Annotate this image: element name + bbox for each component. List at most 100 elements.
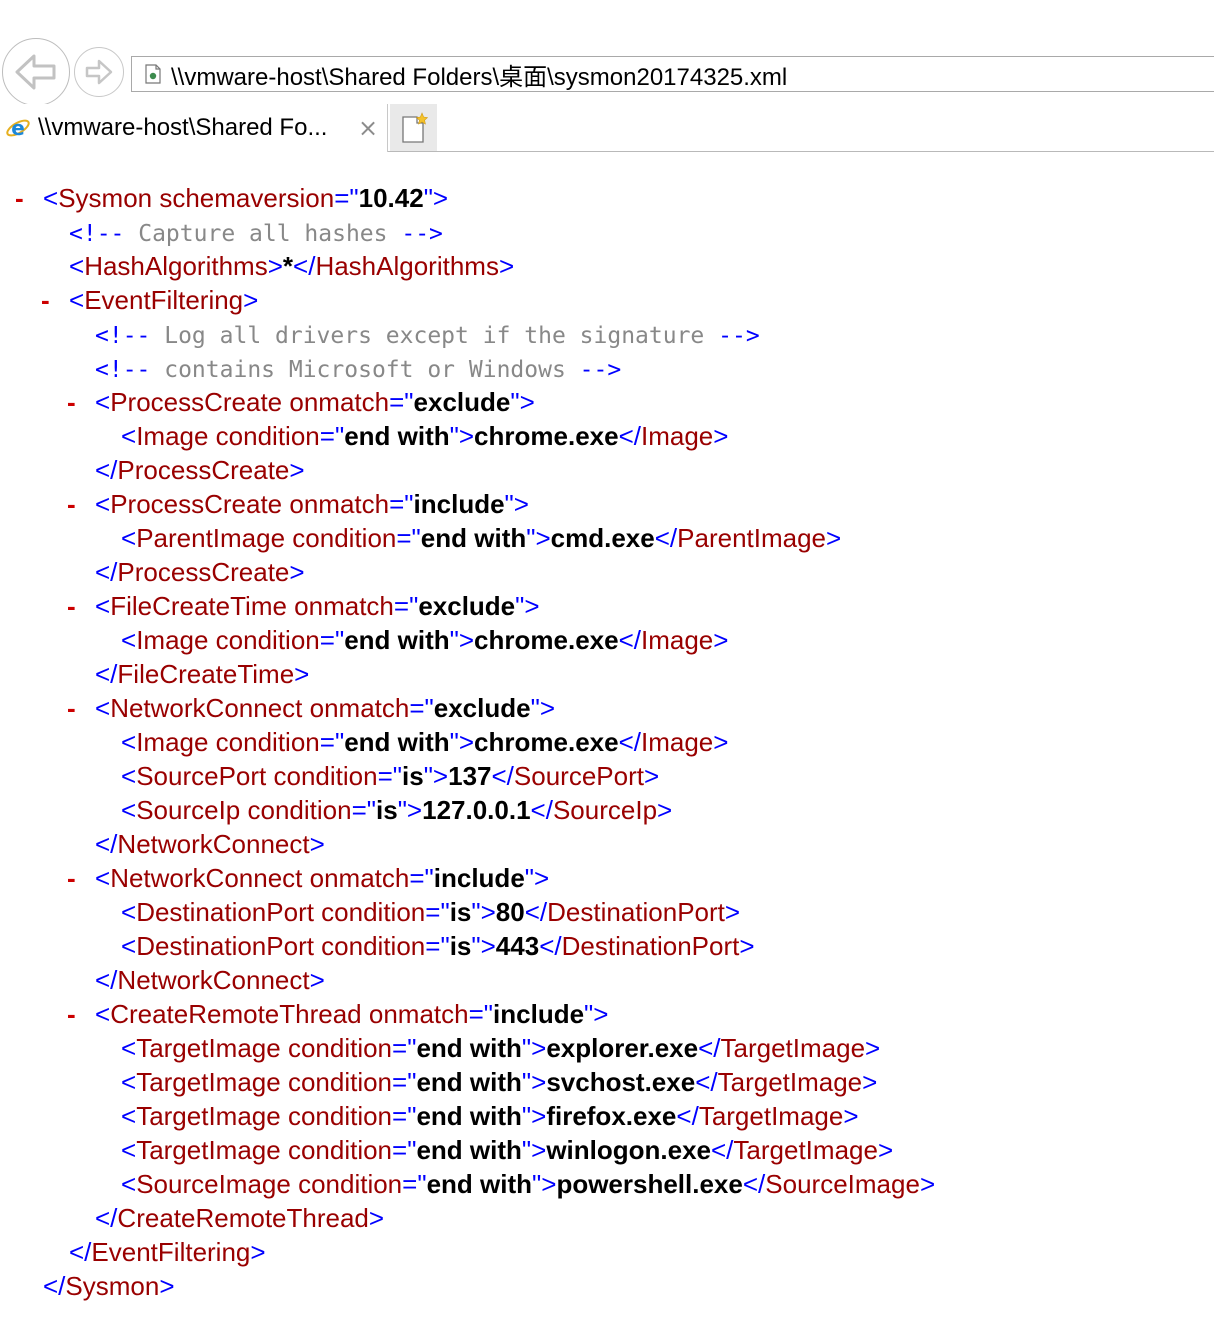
attribute-value: end with [344, 625, 450, 655]
tag-name: DestinationPort [561, 931, 740, 961]
tag-name: ProcessCreate [117, 557, 290, 587]
xml-comment-text: Log all drivers except if the signature [150, 323, 719, 349]
xml-line-content: <SourceImage condition="end with">powers… [121, 1167, 935, 1201]
tag-bracket: < [121, 421, 137, 451]
xml-line: <SourceIp condition="is">127.0.0.1</Sour… [0, 793, 1214, 827]
attribute-quote: " [515, 591, 525, 621]
attribute-name: condition [266, 761, 378, 791]
collapse-toggle-icon[interactable]: - [67, 589, 76, 623]
tag-bracket: </ [95, 659, 118, 689]
tab-active[interactable]: e \\vmware-host\Shared Fo... × [0, 104, 388, 152]
xml-line: <SourceImage condition="end with">powers… [0, 1167, 1214, 1201]
collapse-toggle-icon[interactable]: - [15, 181, 24, 215]
attribute-quote: =" [351, 795, 376, 825]
attribute-name: condition [280, 1101, 393, 1131]
attribute-quote: " [471, 897, 481, 927]
address-bar[interactable]: \\vmware-host\Shared Folders\桌面\sysmon20… [131, 56, 1214, 92]
attribute-name: onmatch [286, 591, 394, 621]
tag-name: SourceIp [552, 795, 658, 825]
attribute-quote: " [449, 421, 459, 451]
attribute-value: end with [416, 1101, 522, 1131]
element-text: cmd.exe [550, 523, 655, 553]
xml-line-content: </EventFiltering> [69, 1235, 266, 1269]
tag-bracket: </ [43, 1271, 66, 1301]
attribute-name: onmatch [302, 863, 410, 893]
tag-bracket: < [95, 999, 111, 1029]
attribute-quote: " [449, 625, 459, 655]
collapse-toggle-icon[interactable]: - [67, 385, 76, 419]
svg-text:e: e [11, 116, 25, 140]
tag-bracket: </ [654, 523, 678, 553]
tag-name: ProcessCreate [110, 489, 283, 519]
attribute-value: 10.42 [358, 183, 424, 213]
attribute-quote: =" [319, 421, 345, 451]
attribute-quote: =" [409, 693, 434, 723]
attribute-name: condition [313, 931, 426, 961]
attribute-name: condition [208, 421, 320, 451]
collapse-toggle-icon[interactable]: - [67, 691, 76, 725]
tag-name: TargetImage [136, 1033, 281, 1063]
collapse-toggle-icon[interactable]: - [67, 487, 76, 521]
tab-close-icon[interactable]: × [356, 114, 380, 142]
tag-bracket: > [877, 1135, 894, 1165]
tag-name: TargetImage [136, 1135, 281, 1165]
tag-bracket: < [69, 251, 85, 281]
tag-name: SourcePort [136, 761, 267, 791]
attribute-name: condition [290, 1169, 403, 1199]
tag-name: HashAlgorithms [315, 251, 499, 281]
collapse-toggle-icon[interactable]: - [67, 861, 76, 895]
collapse-toggle-icon[interactable]: - [67, 997, 76, 1031]
xml-line-content: <NetworkConnect onmatch="include"> [95, 861, 549, 895]
tag-bracket: < [95, 693, 111, 723]
tag-bracket: < [43, 183, 59, 213]
attribute-value: end with [416, 1135, 522, 1165]
attribute-quote: =" [392, 1135, 417, 1165]
xml-line-content: <!-- Capture all hashes --> [69, 215, 443, 251]
element-text: winlogon.exe [546, 1135, 711, 1165]
attribute-quote: =" [392, 1101, 417, 1131]
attribute-value: exclude [433, 693, 531, 723]
attribute-quote: =" [392, 1067, 417, 1097]
tag-bracket: > [862, 1067, 878, 1097]
tag-bracket: > [531, 1067, 547, 1097]
tag-bracket: > [309, 965, 325, 995]
tag-bracket: > [458, 625, 475, 655]
attribute-quote: " [530, 693, 540, 723]
tag-bracket: > [513, 489, 529, 519]
new-tab-icon [401, 111, 428, 143]
tag-name: Sysmon [58, 183, 153, 213]
tag-bracket: < [95, 591, 111, 621]
tag-bracket: > [724, 897, 741, 927]
attribute-quote: " [524, 863, 535, 893]
forward-button[interactable] [74, 47, 124, 97]
tag-bracket: > [593, 999, 609, 1029]
xml-line-content: <ParentImage condition="end with">cmd.ex… [121, 521, 841, 555]
tag-bracket: > [539, 693, 556, 723]
xml-line-content: </ProcessCreate> [95, 453, 305, 487]
xml-line-content: </FileCreateTime> [95, 657, 309, 691]
xml-line: <TargetImage condition="end with">svchos… [0, 1065, 1214, 1099]
tag-name: Image [136, 421, 209, 451]
tag-name: DestinationPort [136, 931, 314, 961]
tag-name: DestinationPort [136, 897, 314, 927]
xml-line: </Sysmon> [0, 1269, 1214, 1303]
new-tab-button[interactable] [390, 104, 437, 151]
tag-bracket: > [524, 591, 540, 621]
tag-bracket: > [309, 829, 325, 859]
xml-line: </ProcessCreate> [0, 555, 1214, 589]
tag-bracket: > [739, 931, 755, 961]
back-button[interactable] [2, 38, 70, 106]
attribute-quote: =" [396, 523, 421, 553]
tag-bracket: < [121, 931, 137, 961]
xml-line-content: <NetworkConnect onmatch="exclude"> [95, 691, 555, 725]
tag-bracket: > [531, 1033, 547, 1063]
attribute-quote: =" [389, 387, 414, 417]
tag-bracket: < [121, 897, 137, 927]
collapse-toggle-icon[interactable]: - [41, 283, 50, 317]
xml-line-content: <CreateRemoteThread onmatch="include"> [95, 997, 608, 1031]
attribute-quote: =" [425, 931, 450, 961]
xml-line: <!-- contains Microsoft or Windows --> [0, 351, 1214, 385]
xml-line-content: <EventFiltering> [69, 283, 258, 317]
forward-arrow-icon [85, 59, 113, 85]
tag-name: EventFiltering [84, 285, 244, 315]
